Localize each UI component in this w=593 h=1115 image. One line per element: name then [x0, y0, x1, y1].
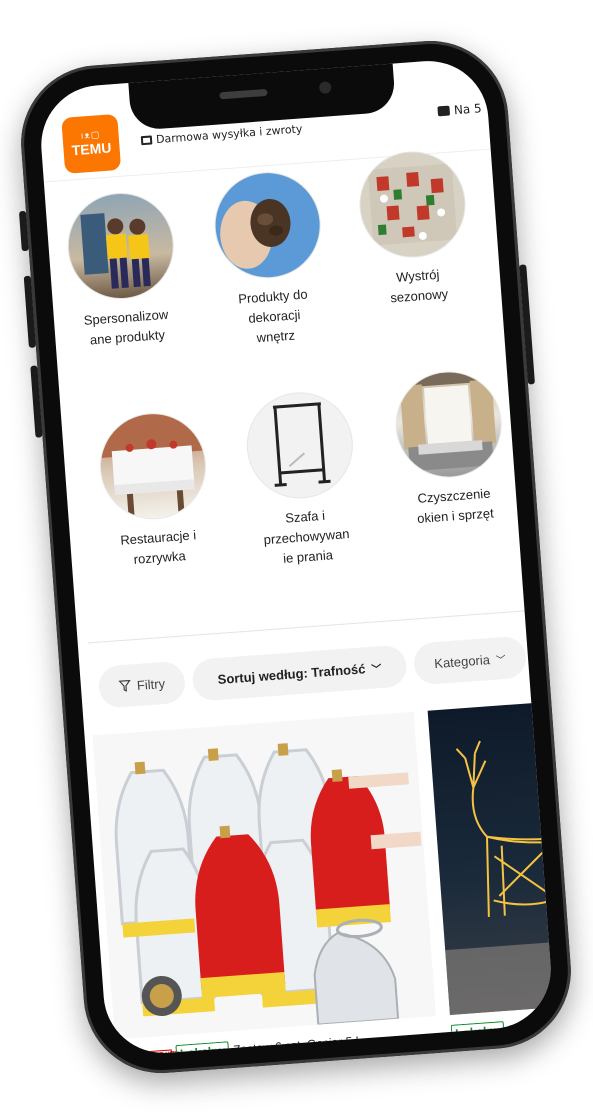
product-title: DUŻY R	[508, 1019, 554, 1037]
sort-label: Sortuj według: Trafność	[217, 660, 366, 687]
phone-screen: ıᴥ▢ TEMU Darmowa wysyłka i zwroty Na 5 S…	[37, 56, 555, 1058]
category-image	[356, 148, 469, 261]
local-badge: Lokalny	[450, 1021, 506, 1043]
festival-badge: FESTIWALOWE HITY	[115, 1048, 179, 1058]
category-wardrobe-laundry[interactable]: Szafa i przechowywan ie prania	[232, 389, 372, 572]
product-price-row	[118, 1054, 442, 1058]
product-image[interactable]	[427, 700, 555, 1015]
filters-label: Filtry	[136, 675, 166, 693]
stage: ıᴥ▢ TEMU Darmowa wysyłka i zwroty Na 5 S…	[0, 0, 593, 1115]
category-image	[65, 190, 177, 302]
delivery-info[interactable]: Na 5	[437, 101, 482, 118]
delivery-info-text: Na 5	[453, 101, 483, 118]
category-image	[97, 410, 209, 522]
product-grid: FESTIWALOWE HITY Lokalny Zestaw 6 szt. G…	[92, 700, 555, 1058]
phone-frame: ıᴥ▢ TEMU Darmowa wysyłka i zwroty Na 5 S…	[15, 35, 577, 1079]
blurred-price	[453, 1051, 555, 1058]
speaker-grille	[219, 88, 268, 100]
product-title: Zestaw 6 szt. Gąsior 5 L...	[232, 1032, 373, 1057]
power-button	[519, 264, 535, 385]
category-label: Wystrój sezonowy	[389, 266, 449, 306]
product-title-row: Lokalny DUŻY R	[450, 1015, 555, 1043]
funnel-icon	[118, 679, 131, 692]
mute-switch	[18, 210, 29, 252]
volume-up-button	[23, 275, 36, 348]
category-restaurants[interactable]: Restauracje i rozrywka	[85, 410, 224, 573]
category-home-decor[interactable]: Produkty do dekoracji wnętrz	[200, 169, 340, 352]
filters-chip[interactable]: Filtry	[97, 660, 187, 709]
chevron-down-icon: ﹀	[495, 654, 507, 667]
local-badge: Lokalny	[175, 1041, 230, 1058]
truck-icon	[140, 135, 153, 146]
add-to-cart-button[interactable]	[384, 1054, 431, 1058]
sort-dropdown[interactable]: Sortuj według: Trafność ﹀	[191, 644, 408, 702]
category-label: Spersonalizow ane produkty	[83, 306, 169, 348]
front-camera	[318, 81, 332, 95]
logo-text: TEMU	[71, 139, 112, 159]
filter-bar: Filtry Sortuj według: Trafność ﹀ Kategor…	[88, 635, 530, 715]
volume-down-button	[30, 365, 43, 438]
product-card[interactable]: FESTIWALOWE HITY Lokalny Zestaw 6 szt. G…	[92, 711, 442, 1058]
category-dropdown[interactable]: Kategoria ﹀	[412, 635, 528, 686]
category-label: Szafa i przechowywan ie prania	[263, 507, 350, 566]
product-price-row	[453, 1043, 555, 1058]
category-image	[393, 368, 505, 481]
chevron-down-icon: ﹀	[371, 663, 382, 676]
category-seasonal-decor[interactable]: Wystrój sezonowy	[345, 148, 484, 311]
section-divider	[87, 610, 525, 644]
product-image[interactable]	[92, 711, 436, 1040]
category-personalized[interactable]: Spersonalizow ane produkty	[53, 189, 192, 352]
category-label: Czyszczenie okien i sprzęt	[416, 485, 495, 526]
product-card[interactable]: Lokalny DUŻY R	[427, 700, 555, 1058]
category-window-cleaning[interactable]: Czyszczenie okien i sprzęt	[381, 368, 520, 531]
chat-icon	[437, 105, 451, 117]
category-label: Restauracje i rozrywka	[119, 527, 197, 567]
category-label: Kategoria	[433, 651, 491, 671]
category-label: Produkty do dekoracji wnętrz	[237, 286, 309, 346]
temu-logo[interactable]: ıᴥ▢ TEMU	[61, 113, 122, 174]
category-image	[211, 169, 324, 281]
category-image	[244, 389, 356, 502]
